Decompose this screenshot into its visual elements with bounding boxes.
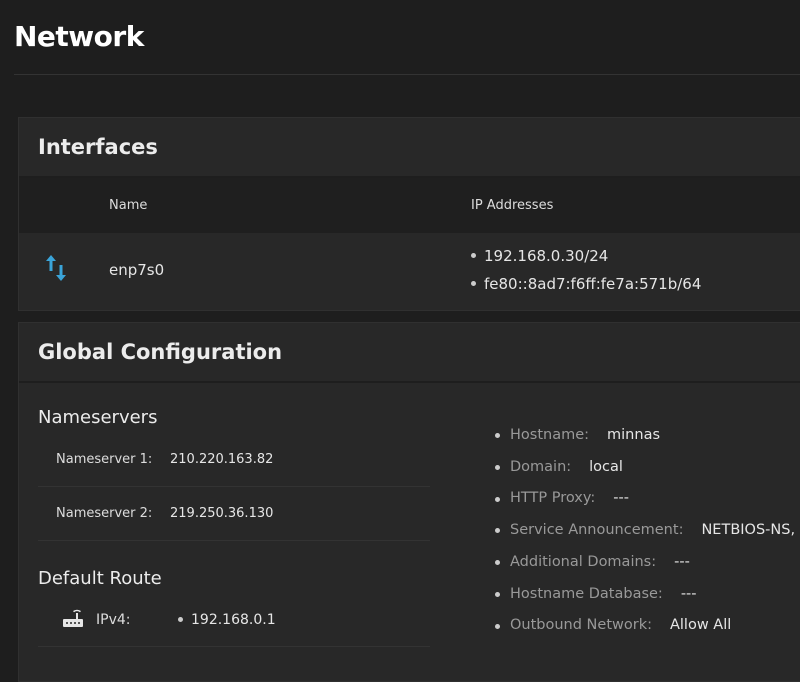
setting-domain: Domain: local: [495, 452, 795, 484]
default-route-title: Default Route: [38, 568, 162, 589]
nameserver-label: Nameserver 2:: [56, 506, 153, 521]
setting-hostname-database: Hostname Database: ---: [495, 579, 795, 611]
interface-name: enp7s0: [109, 260, 165, 279]
table-row[interactable]: enp7s0 192.168.0.30/24 fe80::8ad7:f6ff:f…: [19, 233, 800, 306]
settings-list: Hostname: minnas Domain: local HTTP Proxy:…: [495, 420, 795, 642]
global-configuration-card: Global Configuration Nameservers Nameser…: [18, 322, 800, 682]
setting-service-announcement: Service Announcement: NETBIOS-NS,: [495, 515, 795, 547]
table-header: Name IP Addresses: [19, 178, 800, 233]
setting-http-proxy: HTTP Proxy: ---: [495, 483, 795, 515]
ip-address: 192.168.0.30/24: [471, 242, 701, 270]
setting-outbound-network: Outbound Network: Allow All: [495, 610, 795, 642]
route-label: IPv4:: [96, 611, 131, 628]
column-name[interactable]: Name: [109, 198, 471, 213]
interfaces-title: Interfaces: [19, 118, 800, 178]
arrows-up-down-icon: [19, 254, 109, 285]
route-value: 192.168.0.1: [178, 606, 276, 634]
default-route-row: IPv4: 192.168.0.1: [38, 593, 430, 647]
nameserver-label: Nameserver 1:: [56, 452, 153, 467]
divider: [14, 74, 800, 75]
setting-additional-domains: Additional Domains: ---: [495, 547, 795, 579]
ip-list: 192.168.0.30/24 fe80::8ad7:f6ff:fe7a:571…: [471, 242, 701, 298]
nameservers-title: Nameservers: [38, 407, 158, 428]
interfaces-card: Interfaces Name IP Addresses enp7s0 192.…: [18, 117, 800, 311]
nameserver-value: 210.220.163.82: [170, 452, 274, 467]
global-configuration-title: Global Configuration: [19, 323, 800, 383]
nameserver-row: Nameserver 2: 219.250.36.130: [38, 487, 430, 541]
nameserver-row: Nameserver 1: 210.220.163.82: [38, 433, 430, 487]
setting-hostname: Hostname: minnas: [495, 420, 795, 452]
router-icon: [62, 608, 96, 632]
nameserver-value: 219.250.36.130: [170, 506, 274, 521]
column-ip-addresses[interactable]: IP Addresses: [471, 198, 553, 213]
page-title: Network: [14, 20, 144, 53]
ip-address: fe80::8ad7:f6ff:fe7a:571b/64: [471, 270, 701, 298]
